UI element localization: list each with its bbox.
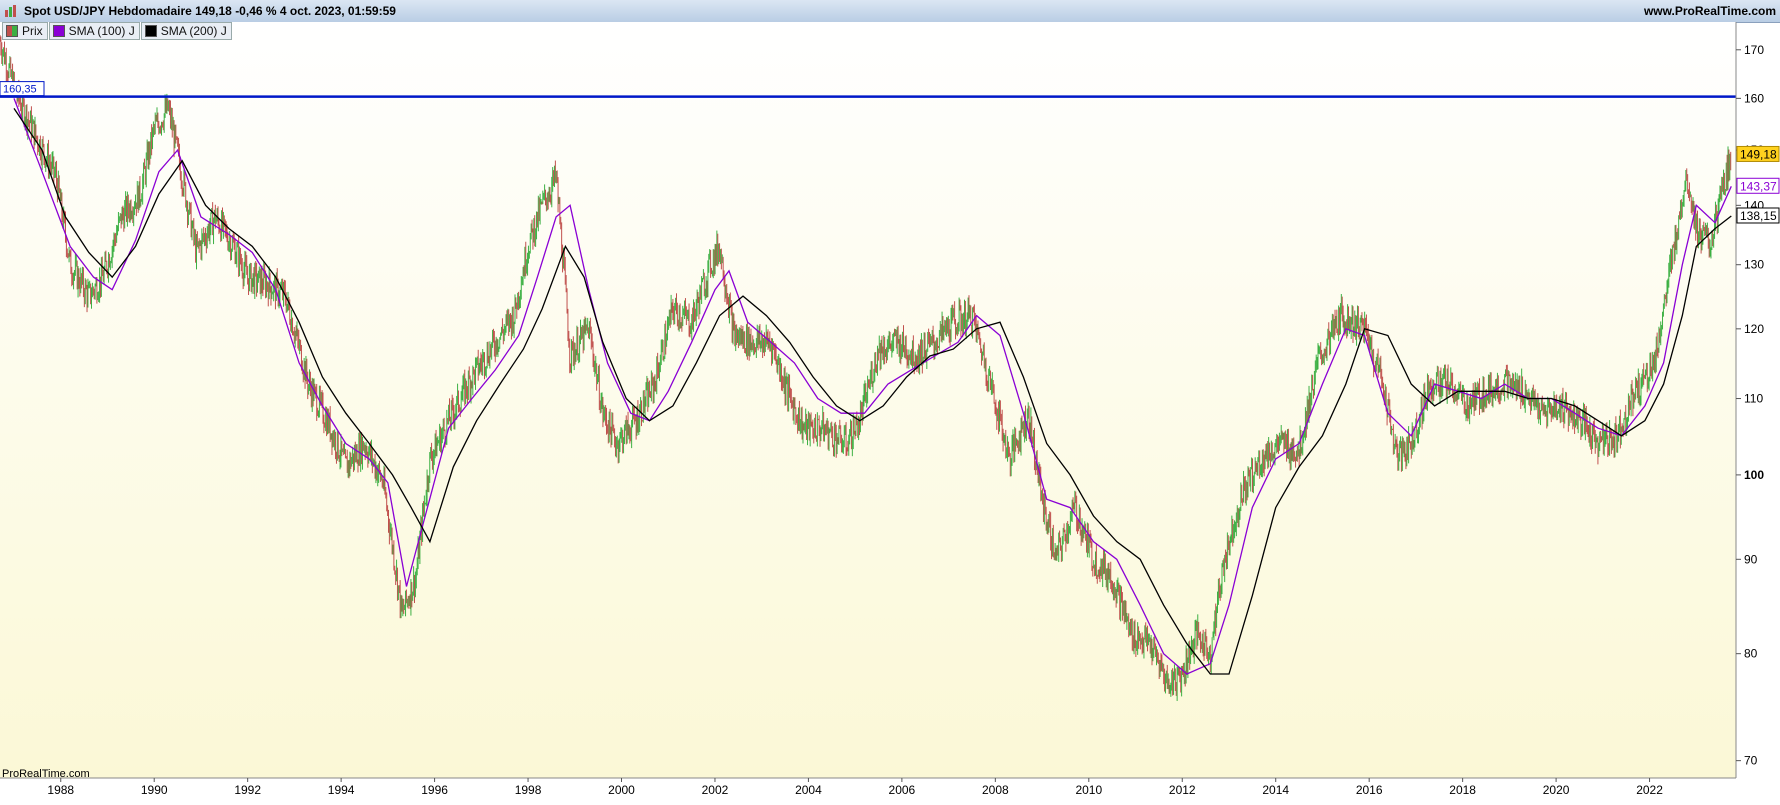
x-tick-label: 2010 [1075, 783, 1102, 797]
legend-item-sma200[interactable]: SMA (200) J [140, 22, 232, 40]
legend: Prix SMA (100) J SMA (200) J [2, 22, 233, 40]
x-tick-label: 1990 [141, 783, 168, 797]
y-tick-label: 80 [1744, 647, 1758, 661]
price-swatch [6, 25, 18, 37]
watermark: ProRealTime.com [2, 768, 90, 780]
legend-item-price[interactable]: Prix [2, 22, 48, 40]
y-tick-label: 90 [1744, 552, 1758, 566]
legend-label-price: Prix [22, 24, 43, 38]
x-tick-label: 2012 [1169, 783, 1196, 797]
legend-label-sma100: SMA (100) J [68, 24, 135, 38]
chart-title: Spot USD/JPY Hebdomadaire 149,18 -0,46 %… [24, 4, 396, 18]
x-tick-label: 2000 [608, 783, 635, 797]
sma200-last-value: 138,15 [1740, 209, 1777, 223]
x-tick-label: 1998 [515, 783, 542, 797]
legend-label-sma200: SMA (200) J [160, 24, 227, 38]
price-last-value: 149,18 [1740, 147, 1777, 161]
sma200-swatch [144, 25, 157, 37]
x-tick-label: 1988 [47, 783, 74, 797]
sma100-swatch [52, 25, 65, 37]
x-tick-label: 2014 [1262, 783, 1289, 797]
y-tick-label: 100 [1744, 468, 1764, 482]
x-tick-label: 1994 [328, 783, 355, 797]
y-tick-label: 130 [1744, 258, 1764, 272]
chart-app-icon [5, 5, 16, 17]
legend-item-sma100[interactable]: SMA (100) J [48, 22, 140, 40]
x-tick-label: 1996 [421, 783, 448, 797]
x-tick-label: 2016 [1356, 783, 1383, 797]
x-tick-label: 2008 [982, 783, 1009, 797]
chart-area[interactable]: 160,35 170160150140130120110100908070 19… [0, 22, 1780, 800]
x-tick-label: 2002 [702, 783, 729, 797]
level-label: 160,35 [3, 84, 37, 96]
x-tick-label: 2006 [889, 783, 916, 797]
y-tick-label: 170 [1744, 43, 1764, 57]
x-tick-label: 2022 [1636, 783, 1663, 797]
y-tick-label: 160 [1744, 91, 1764, 105]
sma100-last-value: 143,37 [1740, 179, 1777, 193]
x-tick-label: 2020 [1543, 783, 1570, 797]
x-tick-label: 2004 [795, 783, 822, 797]
y-tick-label: 120 [1744, 322, 1764, 336]
x-tick-label: 2018 [1449, 783, 1476, 797]
site-link[interactable]: www.ProRealTime.com [1644, 4, 1776, 18]
y-tick-label: 110 [1744, 392, 1763, 406]
price-chart[interactable]: 160,35 170160150140130120110100908070 19… [0, 22, 1780, 800]
title-bar: Spot USD/JPY Hebdomadaire 149,18 -0,46 %… [0, 0, 1780, 23]
y-tick-label: 70 [1744, 754, 1758, 768]
x-tick-label: 1992 [234, 783, 261, 797]
